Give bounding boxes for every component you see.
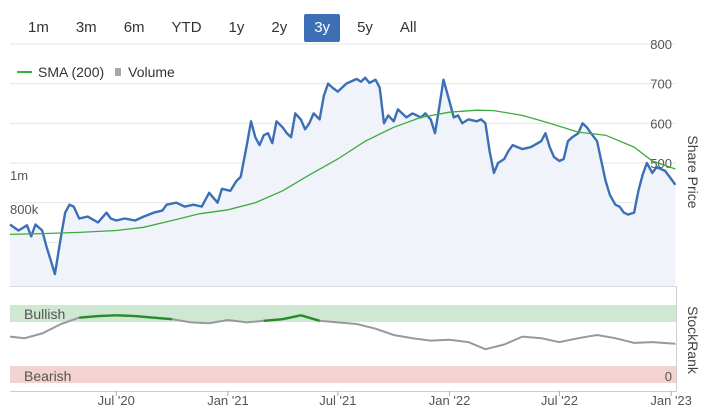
stockrank-bullish-segment	[263, 318, 283, 322]
price-area	[10, 77, 676, 286]
y-tick-label: 800	[650, 37, 672, 52]
volume-tick-label: 1m	[10, 168, 28, 183]
stockrank-tick-label: 0	[665, 369, 672, 384]
x-tick-label: Jan '21	[207, 393, 249, 408]
stockrank-bullish-segment	[116, 314, 136, 318]
x-tick-label: Jan '22	[429, 393, 471, 408]
x-tick-label: Jul '21	[319, 393, 356, 408]
stockrank-axis-title: StockRank	[685, 306, 701, 375]
y-axis-title: Share Price	[685, 135, 701, 208]
x-tick-label: Jul '20	[98, 393, 135, 408]
bullish-label: Bullish	[24, 306, 65, 322]
bearish-label: Bearish	[24, 368, 71, 384]
stockrank-bullish-segment	[97, 314, 117, 318]
stockrank-bullish-segment	[134, 314, 154, 319]
x-tick-label: Jul '22	[541, 393, 578, 408]
bullish-band	[10, 305, 676, 322]
stockrank-bullish-segment	[153, 316, 173, 321]
y-tick-label: 600	[650, 116, 672, 131]
bearish-band	[10, 366, 676, 383]
volume-tick-label: 800k	[10, 202, 39, 217]
share-price-chart: 800700600500400300200Share Price1m800k40…	[9, 37, 701, 408]
stockrank-bullish-segment	[79, 314, 99, 319]
y-tick-label: 700	[650, 77, 672, 92]
x-tick-label: Jan '23	[650, 393, 692, 408]
